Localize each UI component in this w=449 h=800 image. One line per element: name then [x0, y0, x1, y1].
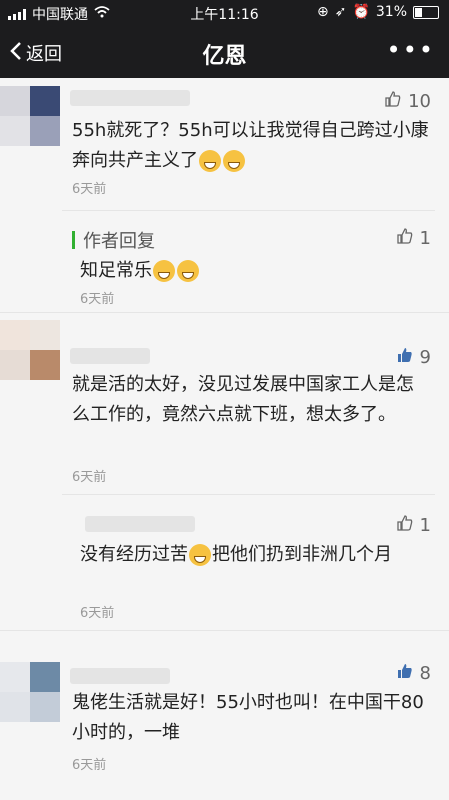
like-count: 1: [419, 228, 431, 249]
like-button[interactable]: 9: [396, 346, 431, 369]
page-title: 亿恩: [202, 44, 247, 69]
like-count: 8: [419, 663, 431, 684]
comment-item: 1 没有经历过苦 把他们扔到非洲几个月 6天前: [0, 496, 449, 628]
thumbs-up-icon: [396, 227, 414, 250]
like-count: 10: [408, 91, 431, 112]
divider: [62, 210, 435, 211]
username[interactable]: [70, 668, 170, 684]
like-button[interactable]: 1: [396, 514, 431, 537]
smirk-emoji-icon: [189, 544, 211, 566]
reply-time: 6天前: [80, 292, 115, 307]
comment-item: 8 鬼佬生活就是好！55小时也叫！在中国干80小时的，一堆 6天前: [0, 632, 449, 800]
comment-text: 没有经历过苦 把他们扔到非洲几个月: [80, 540, 429, 570]
grinning-emoji-icon: [153, 260, 175, 282]
comment-text-part2: 把他们扔到非洲几个月: [212, 544, 392, 565]
comment-text: 55h就死了？55h可以让我觉得自己跨过小康奔向共产主义了: [72, 116, 429, 176]
comment-text: 鬼佬生活就是好！55小时也叫！在中国干80小时的，一堆: [72, 692, 424, 743]
like-count: 9: [419, 347, 431, 368]
rotation-lock-icon: ⊕: [316, 4, 329, 20]
more-button[interactable]: •••: [387, 36, 435, 64]
username[interactable]: [70, 348, 150, 364]
avatar[interactable]: [0, 662, 60, 722]
username[interactable]: [85, 516, 195, 532]
battery-percent: 31%: [375, 4, 407, 20]
nav-bar: 返回 亿恩 •••: [0, 26, 449, 78]
alarm-icon: ⏰: [352, 4, 370, 20]
laughing-emoji-icon: [199, 150, 221, 172]
like-button[interactable]: 1: [396, 227, 431, 250]
comment-item: 9 就是活的太好，没见过发展中国家工人是怎么工作的，竟然六点就下班，想太多了。 …: [0, 314, 449, 494]
like-count: 1: [419, 515, 431, 536]
divider: [0, 312, 449, 313]
reply-label-text: 作者回复: [83, 231, 155, 252]
comment-time: 6天前: [72, 758, 107, 773]
comment-text-content: 55h就死了？55h可以让我觉得自己跨过小康奔向共产主义了: [72, 120, 429, 171]
comment-text: 就是活的太好，没见过发展中国家工人是怎么工作的，竟然六点就下班，想太多了。: [72, 374, 414, 425]
avatar[interactable]: [0, 86, 60, 146]
thumbs-up-icon: [396, 514, 414, 537]
reply-text-content: 知足常乐: [80, 260, 152, 281]
reply-marker: [72, 231, 75, 249]
comment-text-part1: 没有经历过苦: [80, 544, 188, 565]
like-button[interactable]: 10: [384, 90, 431, 113]
battery-icon: [413, 5, 439, 19]
author-reply-label: 作者回复: [72, 227, 155, 253]
thumbs-up-icon: [384, 90, 402, 113]
comment-time: 6天前: [72, 182, 107, 197]
status-bar: 中国联通 上午11:16 ⊕ ➶ ⏰ 31%: [0, 0, 449, 26]
author-reply: 作者回复 1 知足常乐 6天前: [0, 212, 449, 312]
comment-time: 6天前: [80, 606, 115, 621]
location-icon: ➶: [334, 4, 347, 20]
thumbs-up-filled-icon: [396, 346, 414, 369]
username[interactable]: [70, 90, 190, 106]
divider: [0, 630, 449, 631]
laughing-emoji-icon: [223, 150, 245, 172]
reply-text: 知足常乐: [80, 256, 429, 286]
divider: [62, 494, 435, 495]
comment-item: 10 55h就死了？55h可以让我觉得自己跨过小康奔向共产主义了 6天前: [0, 78, 449, 210]
comment-time: 6天前: [72, 470, 107, 485]
like-button[interactable]: 8: [396, 662, 431, 685]
avatar[interactable]: [0, 320, 60, 380]
thumbs-up-filled-icon: [396, 662, 414, 685]
grinning-emoji-icon: [177, 260, 199, 282]
